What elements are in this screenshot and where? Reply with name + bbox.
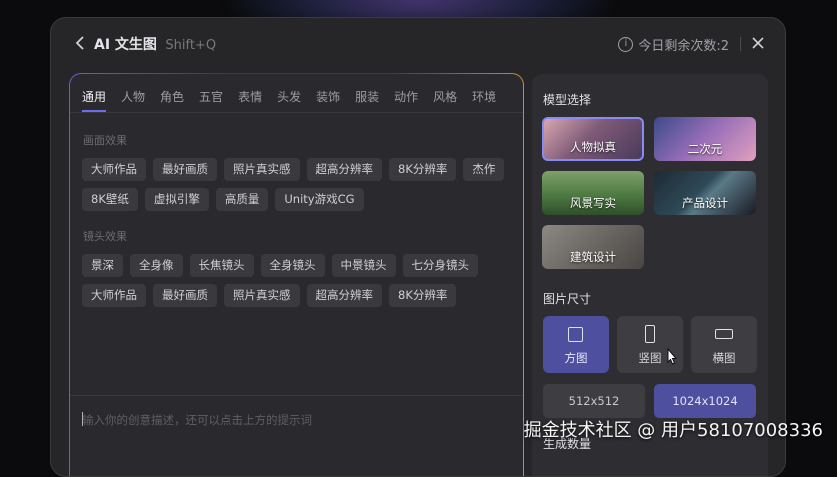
size-section-title: 图片尺寸 (543, 292, 592, 306)
section-title-picture: 画面效果 (83, 134, 127, 147)
model-label: 建筑设计 (570, 250, 616, 264)
model-section-title: 模型选择 (543, 93, 592, 107)
ai-text-to-image-dialog: AI 文生图 Shift+Q i 今日剩余次数:2 通用 人物 角色 五官 表情… (50, 17, 786, 477)
model-option-product[interactable]: 产品设计 (654, 171, 756, 215)
input-divider (70, 395, 523, 396)
category-tabs: 通用 人物 角色 五官 表情 头发 装饰 服装 动作 风格 环境 (82, 88, 511, 112)
chip[interactable]: 高质量 (215, 188, 269, 211)
title-bar: AI 文生图 Shift+Q i 今日剩余次数:2 (51, 18, 785, 68)
chip[interactable]: 中景镜头 (331, 254, 396, 277)
text-caret (82, 412, 83, 426)
size-option-square[interactable]: 方图 (543, 316, 609, 373)
chip[interactable]: 8K壁纸 (82, 188, 138, 211)
chip[interactable]: 虚拟引擎 (144, 188, 209, 211)
close-icon[interactable] (751, 36, 765, 50)
tab-general[interactable]: 通用 (82, 88, 107, 112)
chip[interactable]: 最好画质 (153, 284, 217, 307)
chip[interactable]: 全身像 (130, 254, 183, 277)
model-option-landscape[interactable]: 风景写实 (542, 171, 644, 215)
picture-chip-group: 大师作品 最好画质 照片真实感 超高分辨率 8K分辨率 杰作 8K壁纸 虚拟引擎… (82, 158, 512, 218)
chip[interactable]: 景深 (82, 254, 123, 277)
chip[interactable]: 长焦镜头 (189, 254, 254, 277)
tab-decoration[interactable]: 装饰 (316, 88, 340, 112)
app-title: AI 文生图 (94, 37, 157, 53)
quota-info: i 今日剩余次数:2 (618, 35, 729, 54)
title-divider (740, 37, 741, 51)
model-option-architecture[interactable]: 建筑设计 (542, 225, 644, 269)
model-label: 二次元 (687, 142, 723, 156)
model-option-anime[interactable]: 二次元 (654, 117, 756, 161)
dialog-title: AI 文生图 Shift+Q (94, 34, 216, 54)
prompt-input[interactable] (82, 410, 502, 430)
model-option-person[interactable]: 人物拟真 (542, 117, 644, 161)
size-label: 方图 (564, 351, 588, 365)
tab-hair[interactable]: 头发 (277, 88, 301, 112)
portrait-icon (645, 325, 655, 343)
tab-person[interactable]: 人物 (121, 88, 145, 112)
model-label: 风景写实 (570, 196, 616, 210)
model-label: 人物拟真 (570, 140, 616, 154)
tab-action[interactable]: 动作 (394, 88, 418, 112)
tabs-divider (70, 112, 523, 113)
tab-features[interactable]: 五官 (199, 88, 223, 112)
chip[interactable]: 超高分辨率 (306, 284, 382, 307)
size-option-landscape[interactable]: 横图 (691, 316, 757, 373)
shortcut-hint: Shift+Q (165, 38, 217, 53)
landscape-icon (715, 329, 733, 339)
resolution-512-button[interactable]: 512x512 (543, 384, 645, 418)
chip[interactable]: 大师作品 (82, 158, 146, 181)
size-label: 横图 (712, 351, 736, 365)
chip[interactable]: 杰作 (463, 158, 505, 181)
section-title-lens: 镜头效果 (83, 230, 127, 243)
chip[interactable]: 8K分辨率 (389, 158, 457, 181)
chip[interactable]: 最好画质 (153, 158, 217, 181)
mouse-pointer-icon (667, 348, 678, 365)
chip[interactable]: 超高分辨率 (306, 158, 382, 181)
resolution-1024-button[interactable]: 1024x1024 (654, 384, 756, 418)
tab-character[interactable]: 角色 (160, 88, 184, 112)
tab-style[interactable]: 风格 (433, 88, 457, 112)
tab-environment[interactable]: 环境 (472, 88, 496, 112)
chip[interactable]: 8K分辨率 (389, 284, 457, 307)
chip[interactable]: 照片真实感 (224, 158, 300, 181)
model-label: 产品设计 (682, 196, 728, 210)
chip[interactable]: Unity游戏CG (275, 188, 364, 211)
chip[interactable]: 全身镜头 (260, 254, 325, 277)
back-arrow-icon[interactable] (73, 35, 87, 51)
watermark-text: 掘金技术社区 @ 用户58107008336 (523, 420, 823, 441)
tab-clothing[interactable]: 服装 (355, 88, 379, 112)
prompt-panel: 通用 人物 角色 五官 表情 头发 装饰 服装 动作 风格 环境 画面效果 大师… (69, 73, 524, 476)
lens-chip-group: 景深 全身像 长焦镜头 全身镜头 中景镜头 七分身镜头 大师作品 最好画质 照片… (82, 254, 512, 314)
tab-expression[interactable]: 表情 (238, 88, 262, 112)
chip[interactable]: 照片真实感 (224, 284, 300, 307)
square-icon (568, 327, 583, 342)
chip[interactable]: 大师作品 (82, 284, 146, 307)
info-icon: i (618, 37, 634, 52)
quota-text: 今日剩余次数:2 (638, 39, 729, 54)
chip[interactable]: 七分身镜头 (402, 254, 478, 277)
